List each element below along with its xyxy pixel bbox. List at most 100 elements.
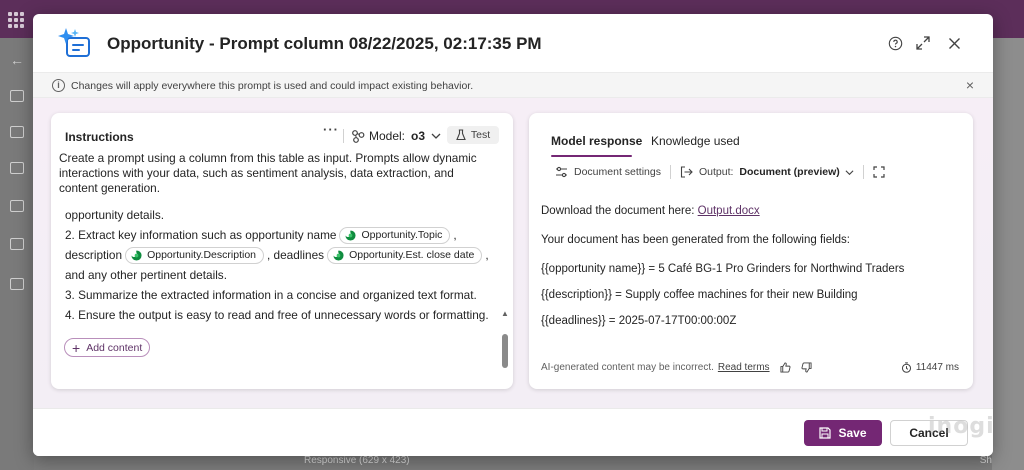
rail-icon: [10, 200, 24, 212]
add-content-button[interactable]: + Add content: [64, 338, 151, 357]
output-label: Output:: [698, 166, 734, 178]
read-terms-link[interactable]: Read terms: [718, 362, 770, 373]
field-opportunity-name: {{opportunity name}} = 5 Café BG-1 Pro G…: [541, 263, 905, 275]
prompt-steps: opportunity details. 2. Extract key info…: [65, 205, 489, 325]
thumbs-up-icon[interactable]: [780, 362, 791, 373]
screen-size-label: Responsive (629 x 423): [304, 455, 410, 466]
fullscreen-icon: [873, 166, 885, 178]
response-toolbar: Document settings Output: Document (prev…: [555, 164, 891, 180]
dataverse-icon: [131, 249, 142, 261]
app-launcher-icon: [8, 12, 24, 28]
output-selector[interactable]: Output: Document (preview): [680, 166, 854, 178]
timer-value: 11447 ms: [915, 362, 959, 373]
chip-opportunity-description[interactable]: Opportunity.Description: [125, 246, 264, 264]
prompt-line: 4. Ensure the output is easy to read and…: [65, 305, 489, 325]
chip-label: Opportunity.Est. close date: [349, 249, 475, 261]
download-line: Download the document here: Output.docx: [541, 205, 760, 217]
flask-icon: [456, 129, 466, 141]
prompt-editor[interactable]: opportunity details. 2. Extract key info…: [51, 201, 513, 417]
prompt-sparkle-icon: [58, 28, 90, 57]
info-icon: i: [52, 79, 65, 92]
prompt-text: 2. Extract key information such as oppor…: [65, 228, 337, 242]
scrollbar-thumb[interactable]: [502, 334, 508, 368]
dialog-title: Opportunity - Prompt column 08/22/2025, …: [107, 34, 542, 53]
rail-icon: [10, 90, 24, 102]
ai-disclaimer-text: AI-generated content may be incorrect.: [541, 362, 714, 373]
rail-icon: [10, 162, 24, 174]
response-timer: 11447 ms: [901, 362, 959, 373]
prompt-text: , deadlines: [267, 248, 325, 262]
save-button[interactable]: Save: [804, 420, 882, 446]
expand-icon: [916, 36, 930, 50]
prompt-dialog: Opportunity - Prompt column 08/22/2025, …: [33, 14, 993, 456]
notice-bar: i Changes will apply everywhere this pro…: [33, 72, 993, 98]
active-tab-indicator: [551, 155, 632, 157]
rail-icon: [10, 126, 24, 138]
thumbs-down-icon[interactable]: [801, 362, 812, 373]
output-value: Document (preview): [739, 166, 840, 178]
prompt-line: opportunity details.: [65, 205, 485, 225]
prompt-line: and any other pertinent details.: [65, 265, 485, 285]
generated-text: Your document has been generated from th…: [541, 234, 850, 246]
rail-icon: [10, 278, 24, 290]
response-card: Model response Knowledge used Document s…: [529, 113, 973, 389]
test-button-label: Test: [470, 129, 491, 141]
plus-icon: +: [72, 339, 81, 356]
fullscreen-button[interactable]: [873, 166, 891, 178]
dataverse-icon: [333, 249, 344, 261]
model-selector[interactable]: Model: o3: [351, 127, 441, 145]
tab-knowledge-used[interactable]: Knowledge used: [651, 134, 740, 148]
scroll-up-arrow[interactable]: ▲: [501, 309, 509, 318]
download-text: Download the document here:: [541, 205, 695, 217]
chip-opportunity-close-date[interactable]: Opportunity.Est. close date: [327, 246, 483, 264]
chevron-down-icon: [431, 133, 441, 139]
more-options-button[interactable]: ···: [323, 123, 339, 141]
prompt-text: opportunity details.: [65, 208, 165, 222]
instructions-card: Instructions ··· Model: o3 Test Create a…: [51, 113, 513, 417]
prompt-text: description: [65, 248, 123, 262]
status-bar-right-text: Sh: [979, 455, 992, 466]
prompt-line: 3. Summarize the extracted information i…: [65, 285, 485, 305]
notice-close-icon[interactable]: ×: [963, 78, 977, 92]
document-settings-button[interactable]: Document settings: [555, 166, 661, 178]
document-settings-label: Document settings: [574, 166, 661, 178]
close-icon: [948, 37, 960, 49]
model-value: o3: [411, 129, 426, 143]
close-dialog-button[interactable]: [944, 33, 964, 53]
toolbar-divider: [343, 129, 344, 143]
settings-sliders-icon: [556, 166, 567, 178]
back-arrow-icon: ←: [10, 52, 24, 68]
stopwatch-icon: [901, 362, 911, 373]
prompt-text: ,: [485, 248, 489, 262]
output-docx-link[interactable]: Output.docx: [698, 205, 760, 217]
test-button[interactable]: Test: [447, 126, 499, 144]
rail-icon: [10, 238, 24, 250]
help-icon: [888, 36, 902, 50]
expand-button[interactable]: [913, 33, 933, 53]
prompt-text: ,: [453, 228, 457, 242]
app-left-rail: ←: [0, 38, 34, 470]
chip-label: Opportunity.Description: [147, 249, 256, 261]
chip-opportunity-topic[interactable]: Opportunity.Topic: [339, 226, 451, 244]
instructions-title: Instructions: [65, 130, 134, 144]
app-right-area: [992, 38, 1024, 470]
dataverse-icon: [345, 229, 357, 241]
instructions-description: Create a prompt using a column from this…: [59, 151, 477, 195]
tab-model-response[interactable]: Model response: [551, 134, 642, 148]
save-button-label: Save: [838, 426, 867, 440]
prompt-line: description Opportunity.Description , de…: [65, 245, 489, 265]
output-arrow-icon: [680, 166, 693, 178]
model-icon: [352, 130, 365, 143]
help-button[interactable]: [885, 33, 905, 53]
prompt-line: 2. Extract key information such as oppor…: [65, 225, 485, 245]
model-label: Model:: [369, 129, 406, 143]
chevron-down-icon: [845, 169, 854, 175]
ai-disclaimer: AI-generated content may be incorrect. R…: [541, 362, 812, 373]
add-content-label: Add content: [86, 341, 143, 354]
toolbar-divider: [862, 165, 864, 179]
prompt-text: 3. Summarize the extracted information i…: [65, 288, 477, 302]
dialog-header: Opportunity - Prompt column 08/22/2025, …: [33, 14, 993, 72]
dialog-footer: Save Cancel inogic: [33, 408, 993, 456]
work-area: Instructions ··· Model: o3 Test Create a…: [33, 98, 993, 417]
save-icon: [819, 427, 832, 439]
